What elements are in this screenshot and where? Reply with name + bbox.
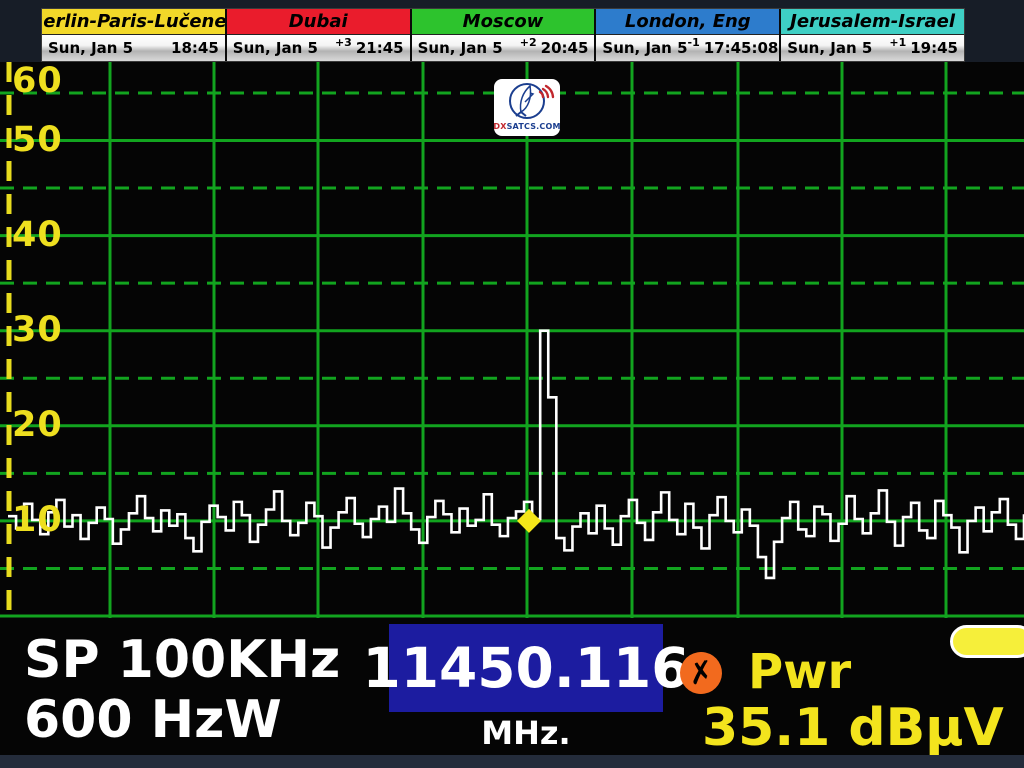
y-tick-label: 10 (12, 503, 63, 538)
clock-time: 19:45 (910, 39, 958, 57)
clock-time: 20:45 (541, 39, 589, 57)
spectrum-trace (8, 331, 1024, 578)
clock-time: 18:45 (171, 39, 219, 57)
clock-utc-offset: -1 (688, 36, 700, 49)
bandwidth-label: 600 HzW (24, 692, 282, 748)
clock-utc-offset: +2 (520, 36, 537, 49)
clock-date: Sun, Jan 5 (602, 39, 687, 57)
clock-utc-offset: +1 (889, 36, 906, 49)
readout-bar: SP 100KHz 600 HzW 11450.116 MHz. ✗ Pwr 3… (0, 618, 1024, 755)
clock-utc-offset: +3 (335, 36, 352, 49)
dxsatcs-logo: DXSATCS.COM (494, 79, 560, 136)
clock-city-label: Berlin-Paris-Lučenec (42, 9, 225, 35)
clock-date: Sun, Jan 5 (787, 39, 889, 57)
clock-city-label: Moscow (412, 9, 595, 35)
power-label: Pwr (748, 644, 851, 700)
clock-cell-moscow: Moscow Sun, Jan 5 +2 20:45 (412, 9, 597, 61)
world-clock-bar: Berlin-Paris-Lučenec Sun, Jan 5 18:45 Du… (41, 8, 965, 62)
satellite-dish-icon (497, 80, 557, 122)
spectrum-plot: 60 50 40 30 20 10 (0, 62, 1024, 618)
logo-text: DXSATCS.COM (493, 122, 560, 131)
clock-cell-dubai: Dubai Sun, Jan 5 +3 21:45 (227, 9, 412, 61)
span-label: SP 100KHz (24, 632, 340, 688)
spectrum-analyzer-screen: { "clock_bar": { "clocks": [ { "city": "… (0, 0, 1024, 768)
y-tick-label: 60 (12, 64, 63, 99)
bottom-frame-strip (0, 755, 1024, 768)
clock-cell-berlin: Berlin-Paris-Lučenec Sun, Jan 5 18:45 (42, 9, 227, 61)
clock-date: Sun, Jan 5 (48, 39, 167, 57)
frequency-display[interactable]: 11450.116 (389, 624, 663, 712)
spectrum-svg (0, 62, 1024, 618)
clock-city-label: Dubai (227, 9, 410, 35)
frequency-value: 11450.116 (362, 636, 689, 700)
y-tick-label: 40 (12, 218, 63, 253)
power-value: 35.1 dBµV (702, 698, 1004, 758)
clock-cell-jerusalem: Jerusalem-Israel Sun, Jan 5 +1 19:45 (781, 9, 964, 61)
clock-city-label: London, Eng (596, 9, 779, 35)
clock-cell-london: London, Eng Sun, Jan 5 -1 17:45:08 (596, 9, 781, 61)
yellow-pill-button[interactable] (950, 625, 1024, 658)
clock-date: Sun, Jan 5 (418, 39, 520, 57)
clock-date: Sun, Jan 5 (233, 39, 335, 57)
y-tick-label: 30 (12, 313, 63, 348)
y-tick-label: 20 (12, 408, 63, 443)
clock-time: 17:45:08 (704, 39, 779, 57)
clock-time: 21:45 (356, 39, 404, 57)
y-tick-label: 50 (12, 123, 63, 158)
frequency-unit-label: MHz. (389, 714, 663, 752)
clock-city-label: Jerusalem-Israel (781, 9, 964, 35)
